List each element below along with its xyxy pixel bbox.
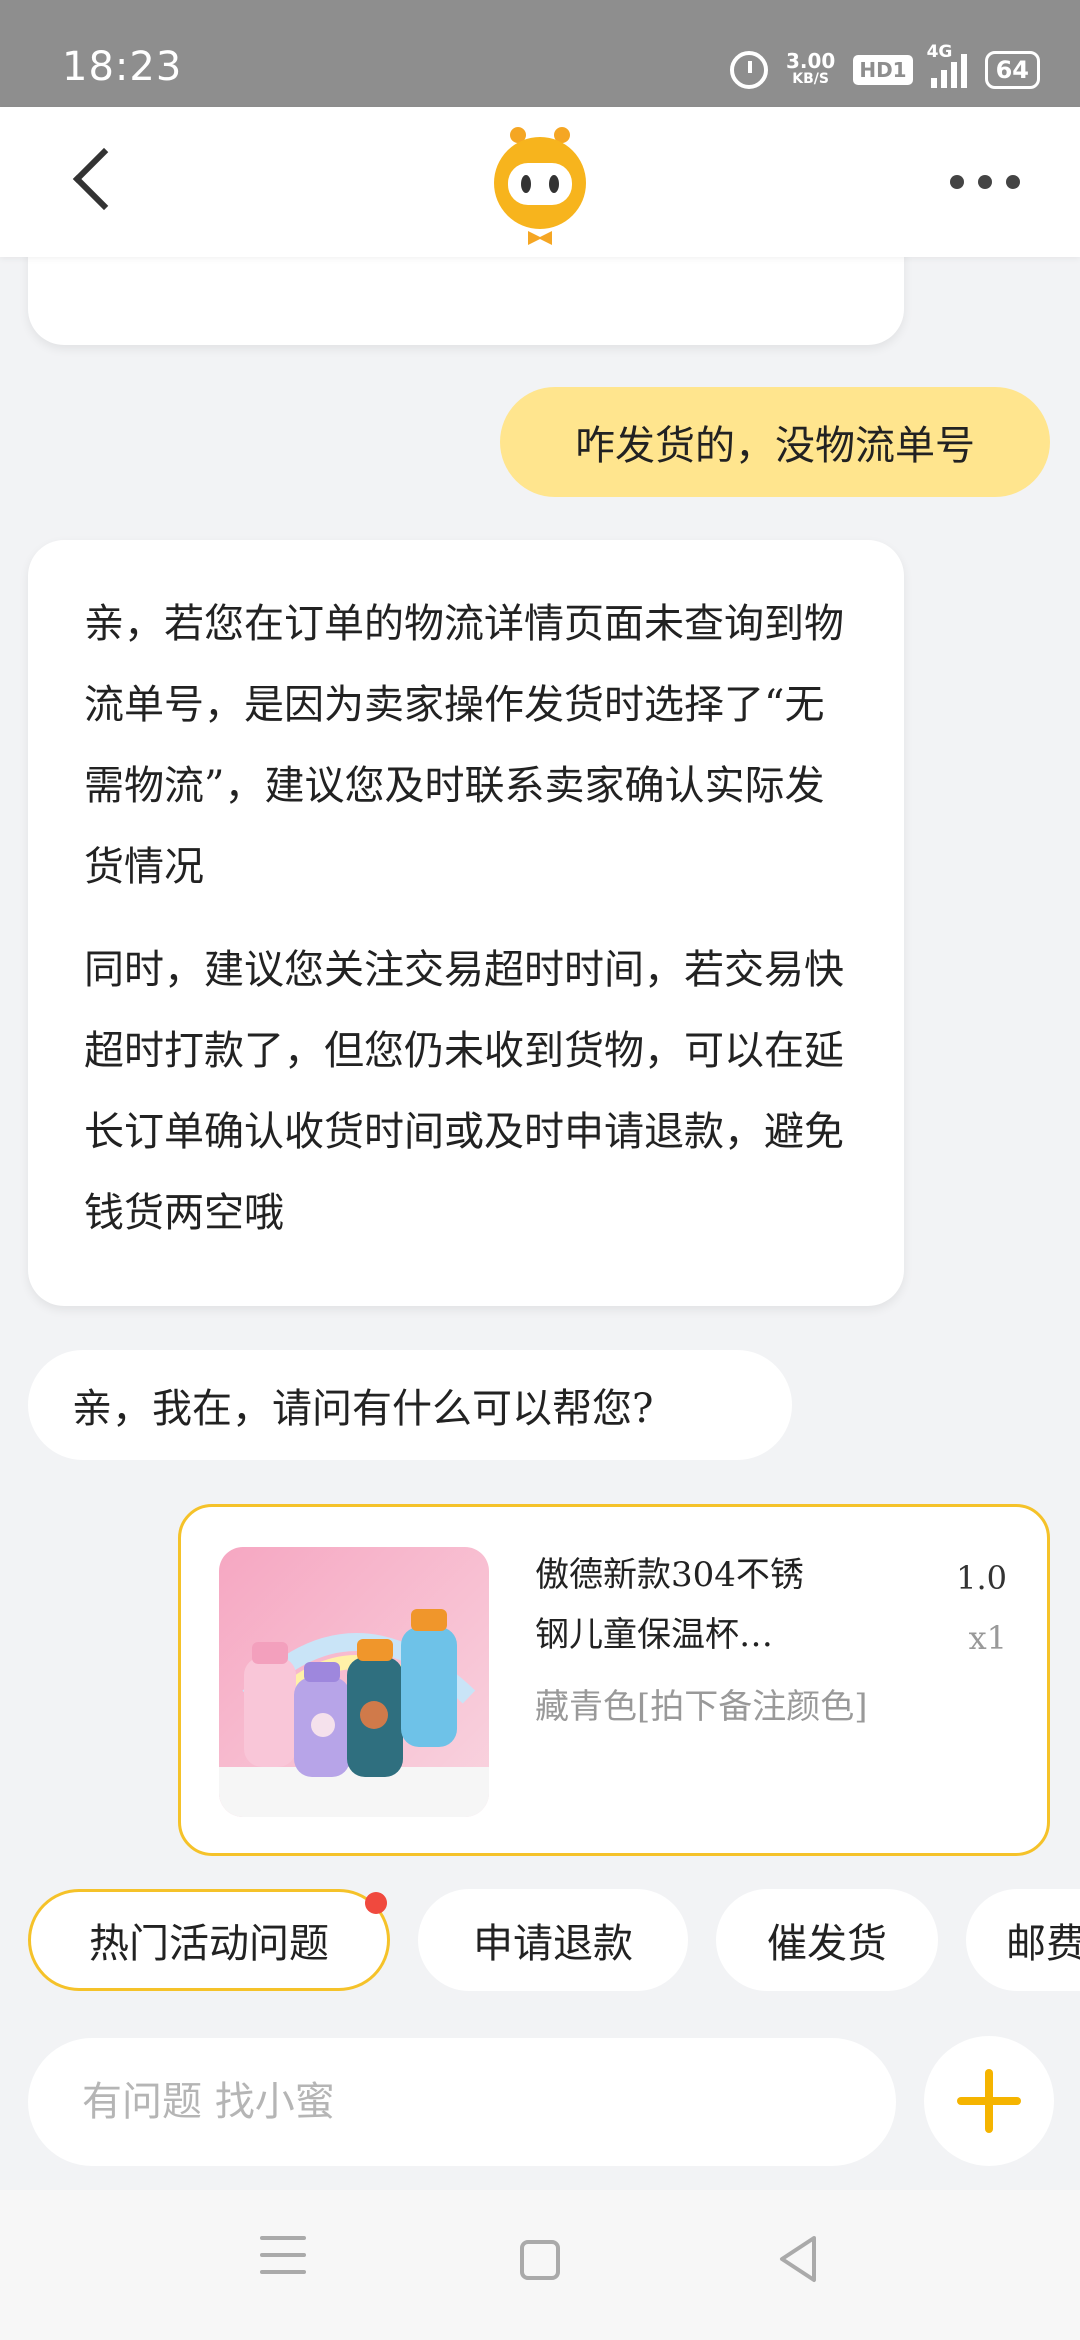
product-title: 傲德新款304不锈钢儿童保温杯…: [535, 1555, 804, 1655]
status-time: 18:23: [62, 44, 183, 90]
chip-label: 申请退款: [473, 1921, 633, 1967]
chat-header: [0, 107, 1080, 257]
menu-icon[interactable]: [260, 2236, 306, 2287]
quick-reply-bar[interactable]: 热门活动问题 申请退款 催发货 邮费: [0, 1885, 1080, 1997]
hd-badge: HD1: [853, 55, 913, 85]
greeting-text: 亲，我在，请问有什么可以帮您?: [72, 1386, 654, 1432]
home-icon[interactable]: [520, 2240, 560, 2280]
answer-paragraph: 亲，若您在订单的物流详情页面未查询到物流单号，是因为卖家操作发货时选择了“无需物…: [84, 601, 844, 890]
chip-refund[interactable]: 申请退款: [418, 1889, 688, 1991]
product-price: 1.0: [956, 1559, 1007, 1597]
signal-icon: 4G: [927, 42, 967, 88]
product-quantity: x1: [968, 1619, 1007, 1657]
back-triangle-icon[interactable]: [776, 2234, 820, 2284]
chip-label: 邮费: [1006, 1921, 1080, 1967]
chat-area[interactable]: 咋发货的，没物流单号 亲，若您在订单的物流详情页面未查询到物流单号，是因为卖家操…: [0, 257, 1080, 1877]
mascot-logo: [494, 127, 586, 245]
product-card[interactable]: 傲德新款304不锈钢儿童保温杯… 藏青色[拍下备注颜色] 1.0 x1: [178, 1504, 1050, 1856]
more-icon[interactable]: [950, 175, 1020, 189]
chip-urge-shipping[interactable]: 催发货: [716, 1889, 938, 1991]
chip-postage[interactable]: 邮费: [966, 1889, 1080, 1991]
status-icons: 3.00 KB/S HD1 4G 64: [729, 42, 1040, 92]
network-type: 4G: [926, 42, 953, 62]
chip-label: 热门活动问题: [89, 1921, 329, 1967]
chip-label: 催发货: [767, 1921, 887, 1967]
back-icon[interactable]: [72, 147, 136, 211]
net-speed: 3.00 KB/S: [785, 49, 836, 88]
message-input[interactable]: [28, 2038, 896, 2166]
battery-icon: 64: [984, 51, 1040, 89]
previous-message-bubble: [28, 257, 904, 345]
net-speed-unit: KB/S: [792, 71, 829, 87]
alarm-icon: [729, 51, 768, 89]
bot-answer-bubble: 亲，若您在订单的物流详情页面未查询到物流单号，是因为卖家操作发货时选择了“无需物…: [28, 540, 904, 1306]
status-bar: 18:23 3.00 KB/S HD1 4G 64: [0, 0, 1080, 107]
user-message-bubble: 咋发货的，没物流单号: [500, 387, 1050, 497]
answer-paragraph: 同时，建议您关注交易超时时间，若交易快超时打款了，但您仍未收到货物，可以在延长订…: [84, 947, 844, 1236]
user-message-text: 咋发货的，没物流单号: [575, 423, 975, 469]
net-speed-value: 3.00: [785, 49, 836, 73]
notification-dot: [365, 1892, 387, 1914]
product-spec: 藏青色[拍下备注颜色]: [535, 1687, 868, 1727]
bot-greeting-bubble: 亲，我在，请问有什么可以帮您?: [28, 1350, 792, 1460]
plus-icon[interactable]: [924, 2036, 1054, 2166]
system-nav-bar: [0, 2190, 1080, 2340]
chip-hot-activity[interactable]: 热门活动问题: [28, 1889, 390, 1991]
product-image: [219, 1547, 489, 1817]
